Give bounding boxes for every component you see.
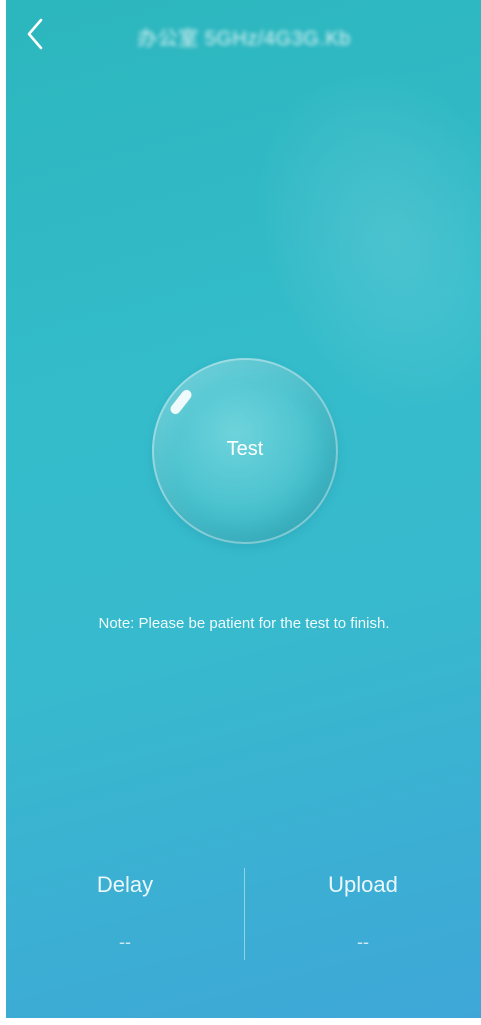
stats-panel: Delay -- Upload -- (6, 868, 481, 968)
upload-stat: Upload -- (244, 868, 481, 953)
bubble-highlight (168, 387, 194, 417)
test-button[interactable]: Test (152, 358, 338, 544)
delay-label: Delay (96, 872, 154, 897)
delay-value: -- (119, 932, 131, 952)
chevron-left-icon (27, 18, 43, 50)
upload-label: Upload (328, 872, 398, 897)
back-button[interactable] (20, 16, 50, 52)
delay-stat: Delay -- (6, 868, 244, 953)
page-title: 办公室 5GHz/4G3G.Kb (137, 28, 351, 50)
upload-value: -- (357, 932, 369, 952)
test-button-label: Test (226, 438, 264, 460)
speed-test-screen: 办公室 5GHz/4G3G.Kb Test Note: Please be pa… (6, 0, 481, 1018)
patience-note: Note: Please be patient for the test to … (98, 615, 390, 632)
